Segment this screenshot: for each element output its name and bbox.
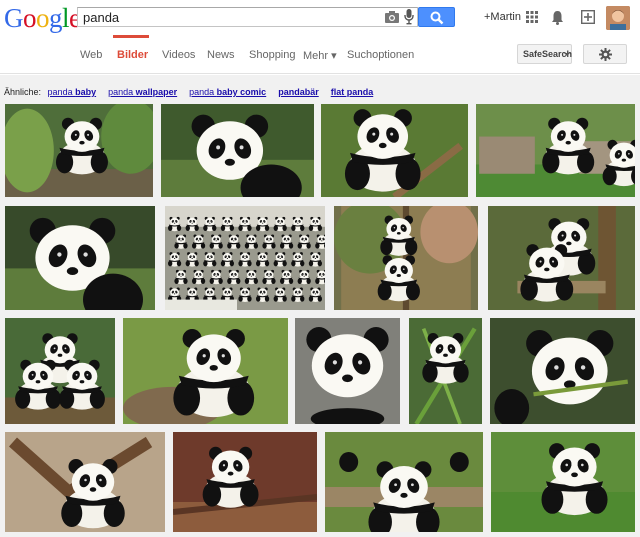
google-logo[interactable]: Google	[4, 4, 81, 32]
panda-image	[409, 318, 482, 424]
tab-mehr[interactable]: Mehr ▾	[303, 49, 337, 62]
image-result-tile[interactable]	[161, 104, 314, 197]
related-link-keyword: baby	[75, 87, 97, 97]
image-result-tile[interactable]	[321, 104, 468, 197]
panda-image	[5, 104, 153, 197]
related-label: Ähnliche:	[4, 87, 42, 97]
panda-image	[173, 432, 317, 532]
panda-image	[5, 432, 165, 532]
image-result-tile[interactable]	[491, 432, 635, 532]
image-result-tile[interactable]	[476, 104, 635, 197]
image-result-tile[interactable]	[325, 432, 483, 532]
panda-image	[295, 318, 400, 424]
related-link-keyword: flat panda	[330, 87, 374, 97]
microphone-icon[interactable]	[404, 9, 414, 25]
related-search-link[interactable]: flat panda	[331, 87, 374, 97]
tab-news[interactable]: News	[207, 49, 235, 61]
tab-bilder[interactable]: Bilder	[117, 49, 148, 61]
related-searches: Ähnliche: panda baby panda wallpaper panda…	[4, 87, 373, 97]
tab-web[interactable]: Web	[80, 49, 102, 61]
related-link-text: panda	[189, 87, 217, 97]
panda-image	[325, 432, 483, 532]
panda-image	[5, 206, 155, 310]
related-link-text: panda	[108, 87, 136, 97]
image-result-tile[interactable]	[5, 206, 155, 310]
related-link-keyword: baby comic	[216, 87, 267, 97]
user-name-link[interactable]: +Martin	[484, 11, 521, 23]
safesearch-dropdown[interactable]: SafeSearch	[517, 44, 572, 64]
related-search-link[interactable]: panda wallpaper	[108, 87, 177, 97]
image-result-tile[interactable]	[488, 206, 635, 310]
gear-icon	[599, 48, 612, 61]
share-plus-icon[interactable]	[580, 9, 596, 25]
panda-image	[321, 104, 468, 197]
image-result-tile[interactable]	[5, 318, 115, 424]
camera-icon[interactable]	[385, 11, 399, 23]
tab-suchoptionen[interactable]: Suchoptionen	[347, 49, 414, 61]
search-box	[77, 7, 418, 27]
settings-button[interactable]	[583, 44, 627, 64]
image-result-tile[interactable]	[295, 318, 400, 424]
logo-letter: o	[23, 3, 37, 33]
related-search-link[interactable]: panda baby comic	[189, 87, 266, 97]
panda-image	[334, 206, 478, 310]
image-result-tile[interactable]	[334, 206, 478, 310]
avatar[interactable]	[606, 6, 630, 30]
related-link-text: panda	[47, 87, 76, 97]
image-result-tile[interactable]	[490, 318, 635, 424]
image-result-tile[interactable]	[5, 104, 153, 197]
panda-image	[123, 318, 288, 424]
related-search-link[interactable]: pandabär	[278, 87, 319, 97]
related-link-keyword: wallpaper	[135, 87, 178, 97]
related-search-link[interactable]: panda baby	[48, 87, 97, 97]
image-result-tile[interactable]	[5, 432, 165, 532]
panda-image	[5, 318, 115, 424]
logo-letter: g	[49, 3, 63, 33]
panda-image	[161, 104, 314, 197]
search-input[interactable]	[83, 9, 373, 25]
panda-image	[476, 104, 635, 197]
search-icon	[430, 11, 444, 25]
panda-image	[491, 432, 635, 532]
logo-letter: G	[4, 3, 24, 33]
related-link-keyword: pandabär	[278, 87, 319, 97]
tab-shopping[interactable]: Shopping	[249, 49, 296, 61]
image-result-tile[interactable]	[165, 206, 325, 310]
top-header: Google +Martin	[0, 0, 640, 36]
image-search-page: Google +Martin WebBilderVideosNewsSho	[0, 0, 640, 537]
panda-image	[165, 206, 325, 310]
image-result-tile[interactable]	[123, 318, 288, 424]
tab-videos[interactable]: Videos	[162, 49, 195, 61]
logo-letter: o	[36, 3, 50, 33]
image-result-tile[interactable]	[409, 318, 482, 424]
notifications-bell-icon[interactable]	[551, 10, 564, 25]
search-button[interactable]	[418, 7, 455, 27]
panda-image	[488, 206, 635, 310]
logo-letter: l	[62, 3, 70, 33]
active-tab-indicator	[113, 35, 149, 38]
apps-grid-icon[interactable]	[526, 11, 538, 23]
panda-image	[490, 318, 635, 424]
image-result-tile[interactable]	[173, 432, 317, 532]
chevron-down-icon	[564, 53, 570, 56]
